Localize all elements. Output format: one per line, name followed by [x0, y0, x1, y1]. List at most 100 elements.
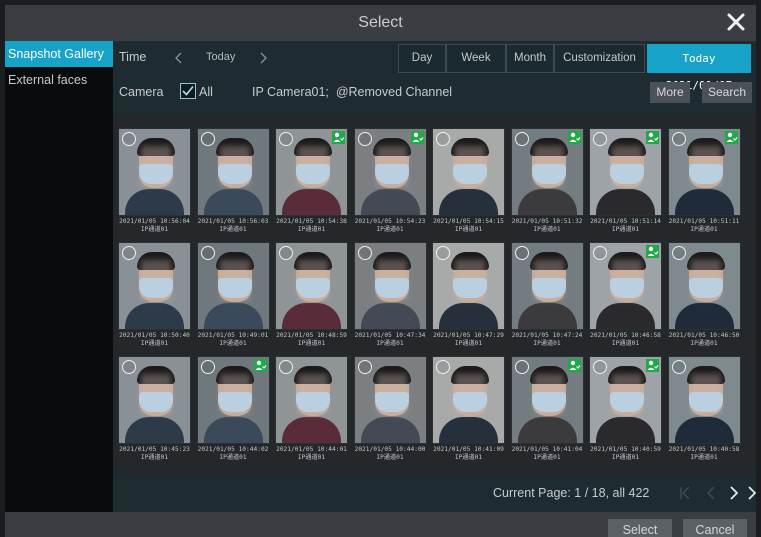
- snapshot-select-radio[interactable]: [279, 132, 293, 146]
- time-label: Time: [119, 50, 147, 64]
- sidebar-item-external-faces[interactable]: External faces: [5, 67, 113, 93]
- snapshot-select-radio[interactable]: [514, 246, 529, 260]
- snapshot-item[interactable]: 2021/01/05 10:50:40 IP通道01: [118, 242, 191, 348]
- snapshot-item[interactable]: 2021/01/05 10:40:58 IP通道01: [667, 356, 741, 462]
- snapshot-thumbnail[interactable]: [589, 128, 662, 216]
- snapshot-item[interactable]: 2021/01/05 10:56:04 IP通道01: [118, 128, 191, 234]
- snapshot-item[interactable]: 2021/01/05 10:44:01 IP通道01: [275, 356, 348, 462]
- snapshot-item[interactable]: 2021/01/05 10:48:59 IP通道01: [275, 242, 348, 348]
- snapshot-thumbnail[interactable]: [510, 128, 584, 216]
- snapshot-select-radio[interactable]: [279, 246, 293, 260]
- snapshot-item[interactable]: 2021/01/05 10:45:23 IP通道01: [118, 356, 191, 462]
- snapshot-select-radio[interactable]: [514, 132, 529, 146]
- snapshot-thumbnail[interactable]: [353, 356, 427, 444]
- snapshot-thumbnail[interactable]: [275, 356, 348, 444]
- snapshot-thumbnail[interactable]: [667, 356, 741, 444]
- snapshot-select-radio[interactable]: [671, 132, 686, 146]
- snapshot-select-radio[interactable]: [593, 246, 607, 260]
- snapshot-select-radio[interactable]: [357, 132, 372, 146]
- snapshot-item[interactable]: 2021/01/05 10:46:50 IP通道01: [667, 242, 741, 348]
- snapshot-thumbnail[interactable]: [667, 242, 741, 330]
- snapshot-channel: IP通道01: [297, 454, 326, 461]
- snapshot-thumbnail[interactable]: [353, 242, 427, 330]
- snapshot-item[interactable]: 2021/01/05 10:40:59 IP通道01: [589, 356, 662, 462]
- snapshot-item[interactable]: 2021/01/05 10:44:02 IP通道01: [196, 356, 270, 462]
- snapshot-thumbnail[interactable]: [196, 128, 270, 216]
- snapshot-thumbnail[interactable]: [118, 242, 191, 330]
- date-nav-label: Today: [206, 51, 236, 63]
- snapshot-item[interactable]: 2021/01/05 10:41:09 IP通道01: [432, 356, 505, 462]
- snapshot-item[interactable]: 2021/01/05 10:49:01 IP通道01: [196, 242, 270, 348]
- snapshot-time: 2021/01/05 10:51:32: [511, 218, 583, 225]
- snapshot-select-radio[interactable]: [436, 246, 450, 260]
- snapshot-select-radio[interactable]: [122, 246, 136, 260]
- snapshot-channel: IP通道01: [611, 340, 640, 347]
- snapshot-select-radio[interactable]: [593, 132, 607, 146]
- snapshot-thumbnail[interactable]: [275, 242, 348, 330]
- snapshot-select-radio[interactable]: [357, 246, 372, 260]
- snapshot-thumbnail[interactable]: [667, 128, 741, 216]
- tab-customization[interactable]: Customization: [554, 44, 645, 73]
- snapshot-channel: IP通道01: [219, 454, 247, 461]
- snapshot-item[interactable]: 2021/01/05 10:51:11 IP通道01: [667, 128, 741, 234]
- snapshot-item[interactable]: 2021/01/05 10:54:23 IP通道01: [353, 128, 427, 234]
- snapshot-item[interactable]: 2021/01/05 10:56:03 IP通道01: [196, 128, 270, 234]
- close-icon[interactable]: [724, 10, 748, 34]
- snapshot-item[interactable]: 2021/01/05 10:51:32 IP通道01: [510, 128, 584, 234]
- date-prev-icon[interactable]: [171, 50, 187, 66]
- snapshot-channel: IP通道01: [140, 226, 169, 233]
- snapshot-time: 2021/01/05 10:44:01: [276, 446, 347, 453]
- snapshot-select-radio[interactable]: [279, 360, 293, 374]
- cancel-button[interactable]: Cancel: [683, 519, 747, 537]
- tab-today-date[interactable]: Today 2021/01/07: [647, 44, 751, 92]
- snapshot-select-radio[interactable]: [122, 132, 136, 146]
- snapshot-thumbnail[interactable]: [275, 128, 348, 216]
- snapshot-item[interactable]: 2021/01/05 10:51:14 IP通道01: [589, 128, 662, 234]
- snapshot-select-radio[interactable]: [122, 360, 136, 374]
- search-button[interactable]: Search: [702, 82, 752, 103]
- snapshot-item[interactable]: 2021/01/05 10:46:58 IP通道01: [589, 242, 662, 348]
- snapshot-thumbnail[interactable]: [353, 128, 427, 216]
- tab-month[interactable]: Month: [506, 44, 554, 73]
- snapshot-select-radio[interactable]: [514, 360, 529, 374]
- snapshot-item[interactable]: 2021/01/05 10:47:29 IP通道01: [432, 242, 505, 348]
- snapshot-select-radio[interactable]: [436, 360, 450, 374]
- last-page-icon[interactable]: [746, 484, 757, 502]
- snapshot-item[interactable]: 2021/01/05 10:47:24 IP通道01: [510, 242, 584, 348]
- snapshot-select-radio[interactable]: [200, 132, 215, 146]
- snapshot-thumbnail[interactable]: [510, 242, 584, 330]
- snapshot-thumbnail[interactable]: [432, 242, 505, 330]
- snapshot-thumbnail[interactable]: [589, 356, 662, 444]
- snapshot-select-radio[interactable]: [200, 246, 215, 260]
- first-page-icon[interactable]: [676, 484, 694, 502]
- snapshot-select-radio[interactable]: [671, 360, 686, 374]
- snapshot-item[interactable]: 2021/01/05 10:54:38 IP通道01: [275, 128, 348, 234]
- snapshot-thumbnail[interactable]: [196, 242, 270, 330]
- snapshot-thumbnail[interactable]: [118, 356, 191, 444]
- all-cameras-checkbox[interactable]: [180, 83, 196, 99]
- next-page-icon[interactable]: [725, 484, 743, 502]
- snapshot-thumbnail[interactable]: [589, 242, 662, 330]
- snapshot-thumbnail[interactable]: [510, 356, 584, 444]
- snapshot-item[interactable]: 2021/01/05 10:47:34 IP通道01: [353, 242, 427, 348]
- select-button[interactable]: Select: [608, 519, 672, 537]
- snapshot-item[interactable]: 2021/01/05 10:54:15 IP通道01: [432, 128, 505, 234]
- snapshot-select-radio[interactable]: [671, 246, 686, 260]
- snapshot-select-radio[interactable]: [357, 360, 372, 374]
- date-next-icon[interactable]: [255, 50, 271, 66]
- sidebar-item-snapshot-gallery[interactable]: Snapshot Gallery: [5, 41, 113, 67]
- snapshot-item[interactable]: 2021/01/05 10:44:00 IP通道01: [353, 356, 427, 462]
- snapshot-select-radio[interactable]: [593, 360, 607, 374]
- prev-page-icon[interactable]: [702, 484, 720, 502]
- snapshot-select-radio[interactable]: [200, 360, 215, 374]
- snapshot-thumbnail[interactable]: [118, 128, 191, 216]
- tab-week[interactable]: Week: [446, 44, 506, 73]
- snapshot-thumbnail[interactable]: [432, 128, 505, 216]
- more-button[interactable]: More: [650, 82, 690, 103]
- snapshot-item[interactable]: 2021/01/05 10:41:04 IP通道01: [510, 356, 584, 462]
- snapshot-thumbnail[interactable]: [432, 356, 505, 444]
- snapshot-thumbnail[interactable]: [196, 356, 270, 444]
- tab-day[interactable]: Day: [398, 44, 446, 73]
- snapshot-select-radio[interactable]: [436, 132, 450, 146]
- snapshot-channel: IP通道01: [376, 454, 404, 461]
